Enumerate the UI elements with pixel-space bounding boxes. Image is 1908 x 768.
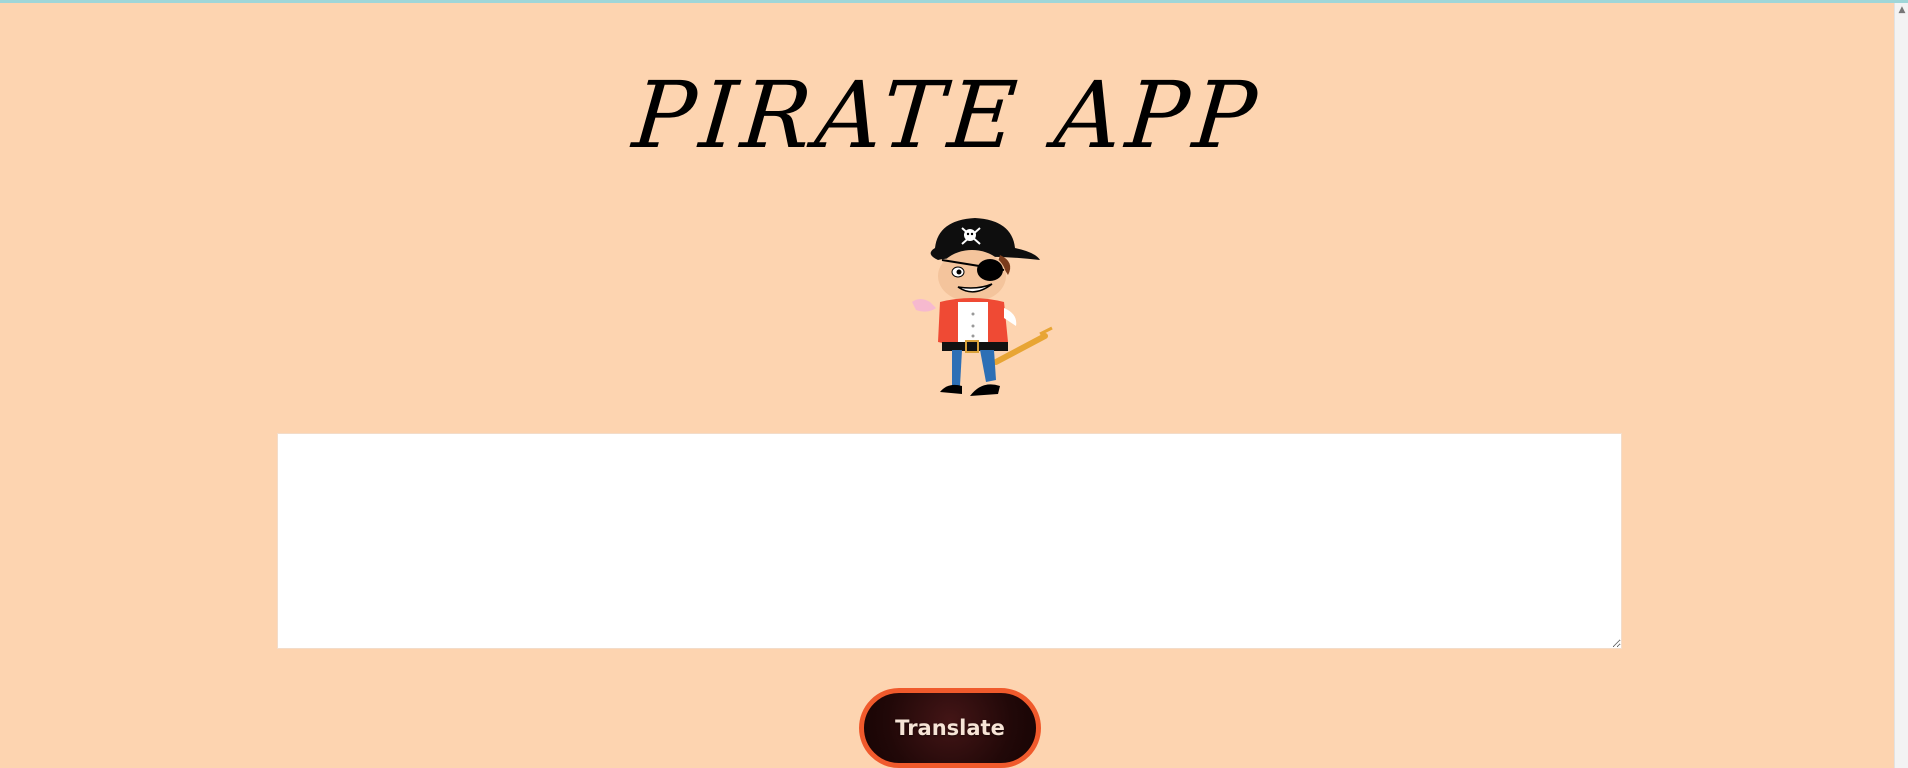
scroll-up-arrow-icon[interactable]: ▲ bbox=[1897, 4, 1907, 16]
text-to-translate-input[interactable] bbox=[277, 433, 1622, 649]
vertical-scrollbar[interactable]: ▲ bbox=[1894, 3, 1908, 768]
pirate-mascot-icon bbox=[912, 218, 1053, 396]
window-top-edge bbox=[0, 0, 1908, 3]
page-title: PIRATE APP bbox=[628, 62, 1266, 169]
translate-button[interactable]: Translate bbox=[859, 688, 1041, 768]
